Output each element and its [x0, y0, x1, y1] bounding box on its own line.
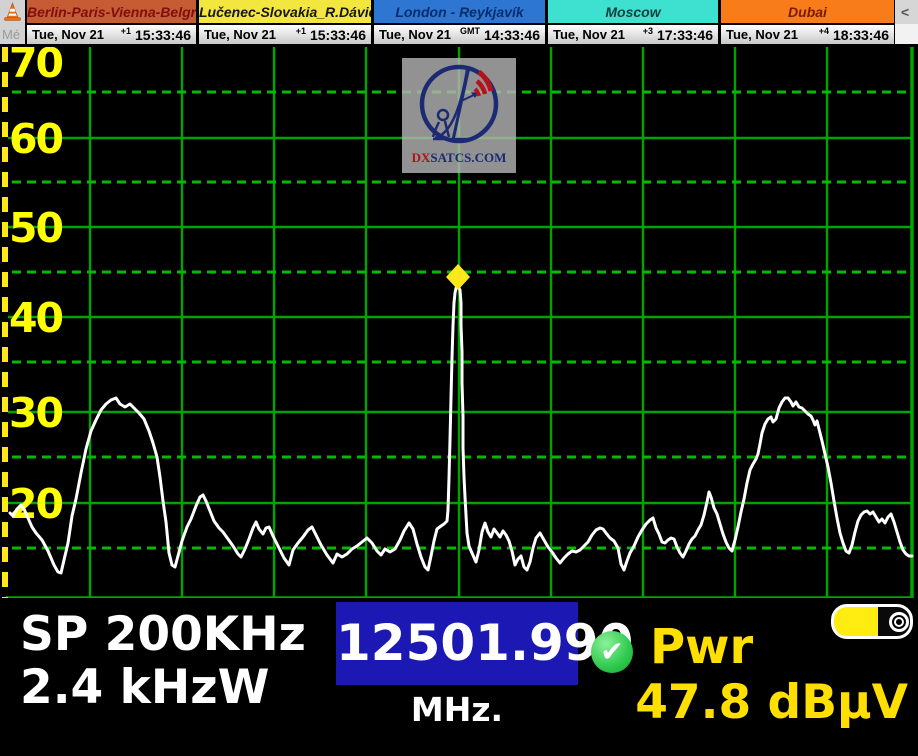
- clock-time: 18:33:46: [833, 27, 889, 43]
- svg-text:50: 50: [9, 204, 63, 252]
- dxsatcs-logo-icon: [409, 58, 509, 152]
- clock-lucenec[interactable]: Lučenec-Slovakia_R.Dávid Tue, Nov 21 +1 15:…: [197, 0, 372, 44]
- svg-text:60: 60: [9, 115, 63, 163]
- dxsatcs-watermark: DXSATCS.COM: [402, 58, 516, 173]
- clock-time: 17:33:46: [657, 27, 713, 43]
- clock-time-row: Tue, Nov 21 +1 15:33:46: [27, 25, 196, 44]
- clock-city-label: Berlin-Paris-Vienna-Belgrade: [27, 0, 196, 25]
- clock-london[interactable]: London - Reykjavík Tue, Nov 21 GMT 14:33:46: [372, 0, 546, 44]
- clock-date: Tue, Nov 21: [553, 27, 625, 42]
- marker-diamond-icon: [446, 264, 470, 290]
- analyzer-screen: Mé Berlin-Paris-Vienna-BelgradeTue, Nov …: [0, 0, 918, 756]
- frequency-unit-label: MHz.: [336, 690, 578, 729]
- background-window-text: Mé: [2, 27, 20, 42]
- clock-timezone-offset: GMT: [460, 26, 480, 36]
- clock-city-label: Dubai: [721, 0, 894, 25]
- clock-time-row: Tue, Nov 21 GMT 14:33:46: [374, 25, 545, 44]
- clock-time: 14:33:46: [484, 27, 540, 43]
- collapse-chevron-icon[interactable]: <: [901, 4, 909, 20]
- rbw-label: 2.4 kHzW: [20, 660, 269, 715]
- clock-date: Tue, Nov 21: [379, 27, 451, 42]
- clock-date: Tue, Nov 21: [204, 27, 276, 42]
- svg-text:20: 20: [9, 480, 63, 528]
- svg-text:30: 30: [9, 389, 63, 437]
- svg-text:40: 40: [9, 294, 63, 342]
- clock-timezone-offset: +1: [296, 26, 306, 36]
- readout-panel: SP 200KHz 2.4 kHzW 12501.990 MHz. ✔ Pwr …: [0, 598, 918, 756]
- clock-bar: Mé Berlin-Paris-Vienna-BelgradeTue, Nov …: [0, 0, 918, 47]
- window-edge-left: Mé: [0, 0, 25, 44]
- span-label: SP 200KHz: [20, 607, 306, 662]
- power-label: Pwr: [650, 619, 753, 675]
- clock-city-label: Lučenec-Slovakia_R.Dávid: [199, 0, 371, 25]
- clock-moscow[interactable]: Moscow Tue, Nov 21 +3 17:33:46: [546, 0, 719, 44]
- clock-strip: Berlin-Paris-Vienna-Belgrade Tue, Nov 21 +…: [25, 0, 895, 44]
- clock-city-label: Moscow: [548, 0, 718, 25]
- clock-time-row: Tue, Nov 21 +4 18:33:46: [721, 25, 894, 44]
- watermark-text: DXSATCS.COM: [412, 150, 507, 166]
- power-value: 47.8 dBµV: [600, 675, 908, 730]
- clock-time-row: Tue, Nov 21 +1 15:33:46: [199, 25, 371, 44]
- battery-icon: [831, 604, 913, 639]
- spectrum-plot: 70 60 50 40 30 20 DXSATCS.COM: [0, 47, 918, 598]
- clock-timezone-offset: +3: [643, 26, 653, 36]
- svg-text:70: 70: [9, 47, 63, 87]
- frequency-display[interactable]: 12501.990: [336, 602, 578, 685]
- clock-city-label: London - Reykjavík: [374, 0, 545, 25]
- clock-time: 15:33:46: [310, 27, 366, 43]
- clock-time: 15:33:46: [135, 27, 191, 43]
- clock-date: Tue, Nov 21: [726, 27, 798, 42]
- clock-berlin[interactable]: Berlin-Paris-Vienna-Belgrade Tue, Nov 21 +…: [25, 0, 197, 44]
- clock-timezone-offset: +4: [819, 26, 829, 36]
- clock-time-row: Tue, Nov 21 +3 17:33:46: [548, 25, 718, 44]
- clock-date: Tue, Nov 21: [32, 27, 104, 42]
- vlc-cone-icon[interactable]: [3, 2, 22, 22]
- window-edge-right: <: [895, 0, 918, 44]
- clock-timezone-offset: +1: [121, 26, 131, 36]
- lock-check-icon: ✔: [591, 631, 633, 673]
- clock-dubai[interactable]: Dubai Tue, Nov 21 +4 18:33:46: [719, 0, 895, 44]
